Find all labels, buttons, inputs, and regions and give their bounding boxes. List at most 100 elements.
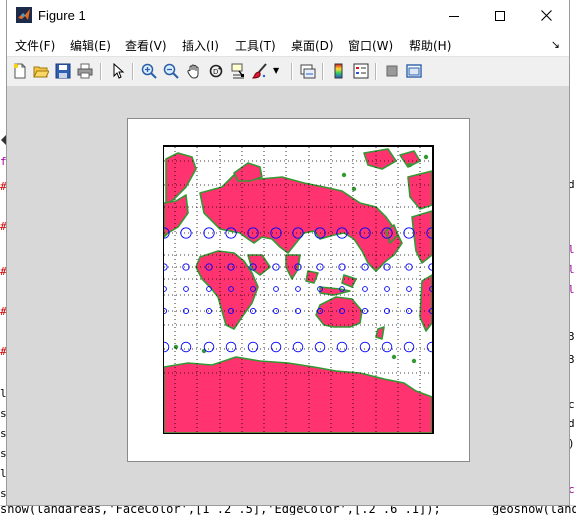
collapse-left-arrow-icon[interactable] — [0, 134, 7, 146]
rotate-3d-button[interactable]: D — [207, 62, 225, 80]
island-mark — [351, 186, 357, 192]
pan-hand-icon — [187, 64, 199, 79]
new-figure-icon — [13, 63, 26, 79]
brush-dropdown-icon[interactable]: ▼ — [273, 66, 279, 75]
zoom-out-button[interactable] — [162, 62, 180, 80]
indicatrix-circle — [164, 341, 170, 353]
figure-canvas — [7, 86, 569, 505]
indicatrix-circle — [428, 263, 432, 271]
show-plot-tools-button[interactable] — [405, 62, 423, 80]
zoom-in-icon — [141, 63, 157, 79]
toolbar-separator — [375, 63, 377, 80]
link-plot-button[interactable] — [299, 62, 317, 80]
land-polygon — [305, 270, 319, 284]
save-button[interactable] — [54, 62, 72, 80]
brush-button[interactable] — [251, 62, 269, 80]
maximize-icon — [495, 10, 505, 21]
show-plot-tools-icon — [406, 64, 422, 78]
indicatrix-circle — [384, 286, 390, 292]
pan-button[interactable] — [185, 62, 203, 80]
minimize-button[interactable] — [431, 0, 477, 31]
island-mark — [391, 354, 397, 360]
indicatrix-circle — [406, 286, 412, 292]
indicatrix-circle — [270, 341, 282, 353]
land-polygon — [341, 274, 357, 288]
maximize-button[interactable] — [477, 0, 523, 31]
print-icon — [77, 63, 93, 79]
open-file-button[interactable] — [32, 62, 50, 80]
zoom-in-button[interactable] — [140, 62, 158, 80]
hide-plot-tools-button[interactable] — [383, 62, 401, 80]
island-mark — [423, 154, 429, 160]
toolbar-separator — [291, 63, 293, 80]
menu-bar: 文件(F) 编辑(E) 查看(V) 插入(I) 工具(T) 桌面(D) 窗口(W… — [7, 31, 569, 56]
island-mark — [173, 344, 179, 350]
menu-edit[interactable]: 编辑(E) — [70, 37, 111, 54]
indicatrix-circle — [247, 341, 259, 353]
insert-colorbar-button[interactable] — [330, 62, 348, 80]
legend-icon — [353, 63, 369, 79]
figure-window: Figure 1 文件(F) 编辑(E) 查看(V) 插入(I) 工具(T) 桌… — [7, 0, 569, 505]
insert-legend-button[interactable] — [352, 62, 370, 80]
menu-tools[interactable]: 工具(T) — [235, 37, 276, 54]
indicatrix-circle — [225, 341, 237, 353]
land-polygon — [315, 296, 363, 328]
title-bar[interactable]: Figure 1 — [7, 0, 569, 31]
colorbar-icon — [334, 63, 343, 79]
indicatrix-circle — [273, 286, 279, 292]
matlab-logo-icon — [16, 7, 32, 23]
menu-view[interactable]: 查看(V) — [125, 37, 167, 54]
dock-figure-icon[interactable]: ↘ — [551, 38, 560, 51]
indicatrix-circle — [426, 341, 432, 353]
map-axes[interactable] — [163, 145, 434, 434]
zoom-out-icon — [163, 63, 179, 79]
menu-help[interactable]: 帮助(H) — [409, 37, 451, 54]
land-polygon — [233, 162, 263, 182]
link-plot-icon — [300, 64, 316, 79]
figure-toolbar: D ▼ — [7, 56, 569, 87]
island-mark — [201, 348, 207, 354]
figure-paper — [127, 118, 470, 462]
svg-text:D: D — [213, 68, 218, 76]
pointer-icon — [113, 63, 125, 79]
mercator-world-map — [164, 147, 432, 433]
close-button[interactable] — [523, 0, 569, 31]
land-polygon — [375, 326, 385, 340]
land-polygon — [164, 356, 432, 433]
indicatrix-circle — [336, 341, 348, 353]
indicatrix-circle — [314, 341, 326, 353]
data-cursor-icon — [231, 63, 244, 79]
toolbar-separator — [132, 63, 134, 80]
land-polygon — [319, 286, 351, 296]
edit-plot-button[interactable] — [109, 62, 127, 80]
indicatrix-circle — [180, 341, 192, 353]
brush-icon — [252, 63, 267, 79]
menu-file[interactable]: 文件(F) — [15, 37, 55, 54]
indicatrix-circle — [403, 341, 415, 353]
data-cursor-button[interactable] — [229, 62, 247, 80]
menu-insert[interactable]: 插入(I) — [182, 37, 219, 54]
rotate-3d-icon: D — [209, 64, 223, 78]
indicatrix-circle — [295, 286, 301, 292]
island-mark — [411, 358, 417, 364]
indicatrix-circle — [362, 286, 368, 292]
indicatrix-circle — [359, 341, 371, 353]
toolbar-separator — [322, 63, 324, 80]
land-polygon — [419, 274, 432, 332]
menu-desktop[interactable]: 桌面(D) — [291, 37, 334, 54]
indicatrix-circle — [180, 227, 192, 239]
indicatrix-circle — [381, 341, 393, 353]
indicatrix-circle — [292, 341, 304, 353]
menu-window[interactable]: 窗口(W) — [348, 37, 393, 54]
land-polygon — [195, 250, 259, 330]
close-icon — [540, 10, 552, 21]
indicatrix-circle — [203, 341, 215, 353]
minimize-icon — [449, 15, 459, 17]
indicatrix-circle — [183, 286, 189, 292]
land-polygon — [363, 148, 397, 170]
indicatrix-circle — [164, 286, 167, 292]
new-figure-button[interactable] — [11, 62, 29, 80]
window-title: Figure 1 — [38, 8, 86, 23]
print-button[interactable] — [76, 62, 94, 80]
toolbar-separator — [100, 63, 102, 80]
